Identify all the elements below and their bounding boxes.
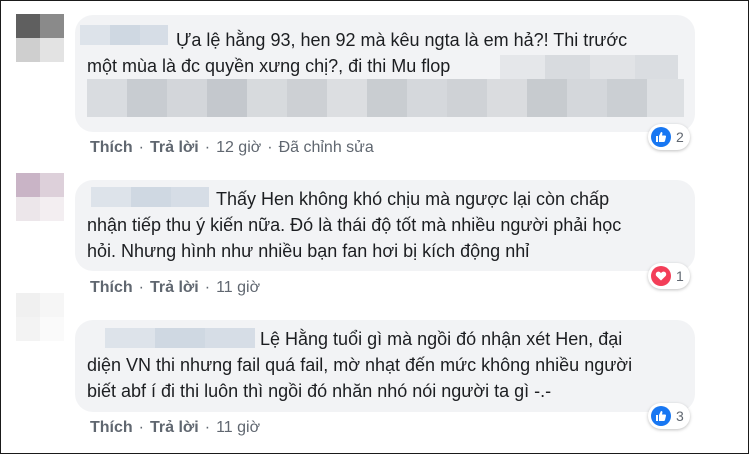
comment-bubble: Thấy Hen không khó chịu mà ngược lại còn… <box>75 180 695 271</box>
comment-actions: Thích · Trả lời · 11 giờ <box>90 279 260 297</box>
edited-label[interactable]: Đã chỉnh sửa <box>279 139 374 156</box>
comment-text-line: một mùa là đc quyền xưng chị?, đi thi Mu… <box>87 56 451 76</box>
reaction-summary[interactable]: 2 <box>648 124 690 150</box>
separator-dot: · <box>204 279 211 296</box>
comment-1: Ựa lệ hằng 93, hen 92 mà kêu ngta là em … <box>0 0 749 165</box>
author-name-blurred[interactable] <box>91 187 209 207</box>
like-link[interactable]: Thích <box>90 139 133 156</box>
reaction-summary[interactable]: 3 <box>648 403 690 429</box>
separator-dot: · <box>267 139 273 156</box>
comment-text: một mùa là đc quyền xưng chị?, đi thi Mu… <box>87 53 450 79</box>
comment-3: Lệ Hằng tuổi gì mà ngồi đó nhận xét Hen,… <box>0 293 749 453</box>
blurred-text <box>87 79 684 117</box>
comment-bubble: Lệ Hằng tuổi gì mà ngồi đó nhận xét Hen,… <box>75 320 695 412</box>
reply-link[interactable]: Trả lời <box>150 139 199 156</box>
comment-text-line: diện VN thi nhưng fail quá fail, mờ nhạt… <box>87 355 633 375</box>
like-icon <box>651 127 671 147</box>
blurred-text <box>500 55 678 79</box>
timestamp[interactable]: 11 giờ <box>216 419 260 436</box>
comment-2: Thấy Hen không khó chịu mà ngược lại còn… <box>0 165 749 305</box>
separator-dot: · <box>138 139 144 156</box>
reaction-summary[interactable]: 1 <box>648 263 690 289</box>
comment-text-line: nhận tiếp thu ý kiến nữa. Đó là thái độ … <box>87 215 622 235</box>
love-icon <box>651 266 671 286</box>
author-name-blurred[interactable] <box>80 25 168 45</box>
separator-dot: · <box>138 419 144 436</box>
comment-text: nhận tiếp thu ý kiến nữa. Đó là thái độ … <box>87 212 621 264</box>
separator-dot: · <box>138 279 144 296</box>
comment-actions: Thích · Trả lời · 12 giờ · Đã chỉnh sửa <box>90 139 374 157</box>
comment-text: Thấy Hen không khó chịu mà ngược lại còn… <box>216 186 609 212</box>
avatar-blurred[interactable] <box>16 293 64 341</box>
timestamp[interactable]: 12 giờ <box>216 139 261 156</box>
reaction-count: 3 <box>676 408 684 424</box>
separator-dot: · <box>204 139 211 156</box>
comment-text: diện VN thi nhưng fail quá fail, mờ nhạt… <box>87 352 632 404</box>
comment-text: Ựa lệ hằng 93, hen 92 mà kêu ngta là em … <box>176 27 627 53</box>
comment-bubble: Ựa lệ hằng 93, hen 92 mà kêu ngta là em … <box>75 15 695 132</box>
comment-text-line: hỏi. Nhưng hình như nhiều bạn fan hơi bị… <box>87 241 530 261</box>
avatar-blurred[interactable] <box>16 173 64 221</box>
reaction-count: 2 <box>676 129 684 145</box>
comment-text-line: biết abf í đi thi luôn thì ngồi đó nhăn … <box>87 381 552 401</box>
reply-link[interactable]: Trả lời <box>150 279 199 296</box>
timestamp[interactable]: 11 giờ <box>216 279 260 296</box>
like-link[interactable]: Thích <box>90 419 133 436</box>
avatar-blurred[interactable] <box>16 14 64 62</box>
reaction-count: 1 <box>676 268 684 284</box>
comment-text-line: Thấy Hen không khó chịu mà ngược lại còn… <box>216 189 610 209</box>
comment-text: Lệ Hằng tuổi gì mà ngồi đó nhận xét Hen,… <box>260 326 622 352</box>
comment-text-line: Ựa lệ hằng 93, hen 92 mà kêu ngta là em … <box>176 30 628 50</box>
author-name-blurred[interactable] <box>105 328 255 348</box>
comment-text-line: Lệ Hằng tuổi gì mà ngồi đó nhận xét Hen,… <box>260 329 623 349</box>
like-link[interactable]: Thích <box>90 279 133 296</box>
separator-dot: · <box>204 419 211 436</box>
comment-actions: Thích · Trả lời · 11 giờ <box>90 419 260 437</box>
like-icon <box>651 406 671 426</box>
reply-link[interactable]: Trả lời <box>150 419 199 436</box>
